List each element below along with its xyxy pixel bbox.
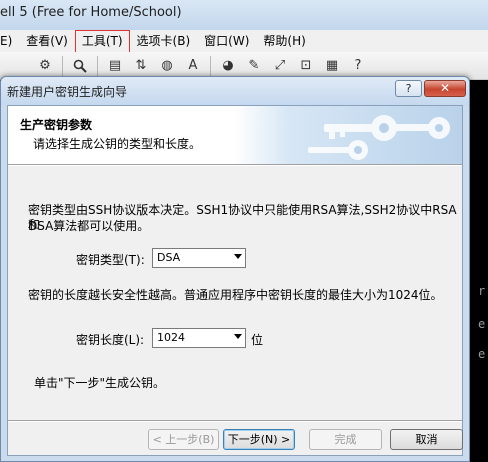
menu-edit[interactable]: E) [0,30,19,52]
dialog-close-button[interactable]: ✕ [424,80,466,97]
terminal-text: e [478,347,486,361]
key-length-value: 1024 [157,331,185,344]
compose-icon[interactable]: ✎ [245,57,263,75]
script-icon[interactable]: ◕ [219,57,237,75]
toolbar-separator [210,55,211,76]
help-icon[interactable]: ? [349,57,367,75]
app-title: ell 5 (Free for Home/School) [0,5,182,20]
key-type-select[interactable]: DSA [152,248,246,268]
dialog-content: 生产密钥参数 请选择生成公钥的类型和长度。 密钥类型由SSH协议版本决定。SSH… [7,105,463,456]
chevron-down-icon [234,334,242,339]
dialog-title: 新建用户密钥生成向导 [7,85,128,99]
app-title-bar: ell 5 (Free for Home/School) [0,0,488,30]
toolbar-separator [97,55,98,76]
wizard-step-subtitle: 请选择生成公钥的类型和长度。 [33,137,202,151]
menu-view[interactable]: 查看(V) [19,30,75,52]
toolbar-separator [62,55,63,76]
keys-graphic-icon [234,106,462,164]
key-length-select[interactable]: 1024 [152,328,246,348]
back-button[interactable]: < 上一步(B) [148,429,219,450]
globe-icon[interactable]: ◍ [158,57,176,75]
keyboard-icon[interactable]: ▦ [323,57,341,75]
search-icon[interactable] [71,57,89,75]
chevron-down-icon [234,254,242,259]
wizard-header: 生产密钥参数 请选择生成公钥的类型和长度。 [8,106,462,164]
menu-help[interactable]: 帮助(H) [256,30,312,52]
wizard-body: 密钥类型由SSH协议版本决定。SSH1协议中只能使用RSA算法,SSH2协议中R… [8,166,462,420]
lock-icon[interactable]: ⊡ [297,57,315,75]
fullscreen-icon[interactable]: ⤢ [271,57,289,75]
print-icon[interactable]: ▤ [106,57,124,75]
key-type-label: 密钥类型(T): [76,253,145,267]
font-icon[interactable]: A [184,57,202,75]
dialog-help-button[interactable]: ? [395,80,422,97]
settings-icon[interactable]: ⚙ [36,57,54,75]
next-button[interactable]: 下一步(N) > [223,429,295,450]
key-wizard-dialog: 新建用户密钥生成向导 ? ✕ 生产密钥参数 请选择生成公钥的类型和长度。 密钥类… [0,76,470,462]
key-length-unit: 位 [251,333,264,347]
cancel-button[interactable]: 取消 [390,429,463,450]
wizard-step-title: 生产密钥参数 [20,118,93,132]
key-length-description: 密钥的长度越长安全性越高。普通应用程序中密钥长度的最佳大小为1024位。 [28,288,443,302]
key-type-value: DSA [157,251,181,264]
menu-tabs[interactable]: 选项卡(B) [130,30,198,52]
wizard-footer: < 上一步(B) 下一步(N) > 完成 取消 [8,422,463,455]
finish-button[interactable]: 完成 [309,429,382,450]
menu-window[interactable]: 窗口(W) [197,30,256,52]
terminal-text: r [478,284,486,298]
key-type-description-line2: DSA算法都可以使用。 [28,219,150,233]
transfer-icon[interactable]: ⇅ [132,57,150,75]
terminal-text: e [478,317,486,331]
key-length-label: 密钥长度(L): [76,333,145,347]
menu-bar: E) 查看(V) 工具(T) 选项卡(B) 窗口(W) 帮助(H) [0,30,488,60]
dialog-title-bar[interactable]: 新建用户密钥生成向导 ? ✕ [1,77,469,105]
next-step-hint: 单击"下一步"生成公钥。 [34,376,166,390]
